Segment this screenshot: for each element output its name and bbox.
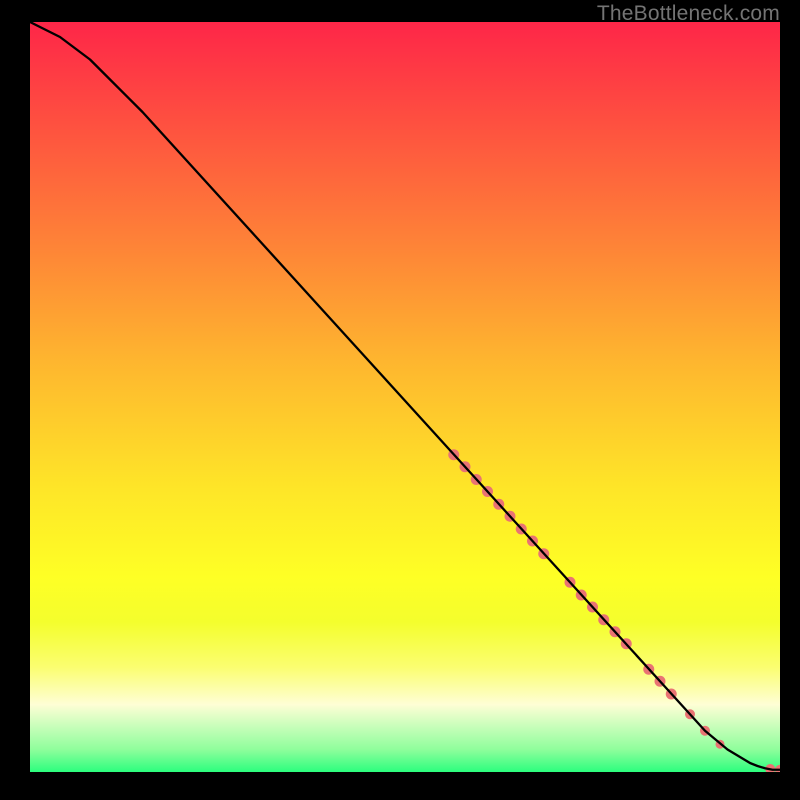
chart-plot-area xyxy=(30,22,780,772)
chart-svg xyxy=(30,22,780,772)
gradient-background xyxy=(30,22,780,772)
chart-stage: TheBottleneck.com xyxy=(0,0,800,800)
